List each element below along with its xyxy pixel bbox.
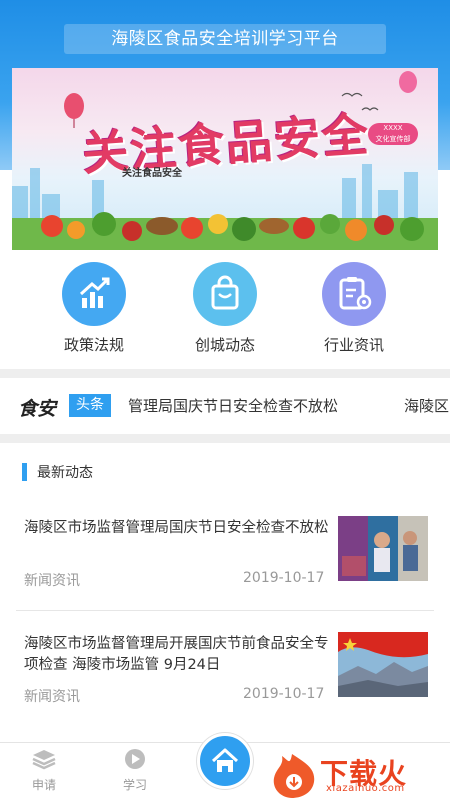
tab-label: 学习: [122, 778, 147, 792]
latest-news-header: 最新动态: [0, 458, 450, 488]
news-divider: [16, 610, 434, 611]
section-accent-bar: [22, 463, 27, 481]
news-date: 2019-10-17: [243, 570, 325, 586]
banner-badge: XXXX 文化宣传部: [368, 123, 418, 145]
news-category: 新闻资讯: [24, 689, 80, 705]
watermark-url: xiazaihuo.com: [326, 783, 405, 794]
ticker-text[interactable]: 管理局国庆节日安全检查不放松: [128, 395, 338, 416]
headline-ticker[interactable]: 食安 头条 管理局国庆节日安全检查不放松 海陵区: [0, 378, 450, 436]
ticker-next-text[interactable]: 海陵区: [404, 395, 450, 416]
shopping-bag-icon: [193, 262, 257, 326]
quick-nav-industry[interactable]: 行业资讯: [299, 262, 409, 355]
ticker-tag: 头条: [69, 394, 111, 417]
news-date: 2019-10-17: [243, 686, 325, 702]
section-divider: [0, 434, 450, 443]
quick-nav-policy[interactable]: 政策法规: [39, 262, 149, 355]
layers-icon: [32, 750, 56, 770]
tab-apply[interactable]: 申请: [14, 748, 74, 793]
tab-study[interactable]: 学习: [105, 748, 165, 793]
news-thumbnail[interactable]: [338, 516, 428, 581]
quick-nav-label: 政策法规: [63, 336, 124, 354]
news-title[interactable]: 海陵区市场监督管理局开展国庆节前食品安全专项检查 海陵市场监管 9月24日: [24, 634, 330, 676]
section-divider: [0, 369, 450, 378]
quick-nav-label: 创城动态: [194, 336, 255, 354]
ticker-brand: 食安: [18, 398, 57, 420]
section-title: 最新动态: [37, 465, 93, 481]
tab-label: 申请: [31, 778, 56, 792]
news-thumbnail[interactable]: [338, 632, 428, 697]
quick-nav-label: 行业资讯: [323, 336, 384, 354]
app-title: 海陵区食品安全培训学习平台: [64, 24, 386, 54]
banner-subheadline: 关注食品安全: [122, 168, 182, 179]
quick-nav: 政策法规 创城动态 行业资讯: [0, 262, 450, 362]
document-gear-icon: [322, 262, 386, 326]
play-icon: [125, 749, 145, 769]
news-title[interactable]: 海陵区市场监督管理局国庆节日安全检查不放松: [24, 518, 330, 539]
promo-banner[interactable]: 关注食品安全 关注食品安全 XXXX 文化宣传部: [12, 68, 438, 250]
chart-up-icon: [62, 262, 126, 326]
home-button[interactable]: [197, 733, 253, 789]
news-item[interactable]: 海陵区市场监督管理局开展国庆节前食品安全专项检查 海陵市场监管 9月24日 新闻…: [0, 632, 450, 746]
news-item[interactable]: 海陵区市场监督管理局国庆节日安全检查不放松 新闻资讯 2019-10-17: [0, 516, 450, 630]
quick-nav-dynamics[interactable]: 创城动态: [170, 262, 280, 355]
news-category: 新闻资讯: [24, 573, 80, 589]
home-icon: [211, 748, 239, 772]
